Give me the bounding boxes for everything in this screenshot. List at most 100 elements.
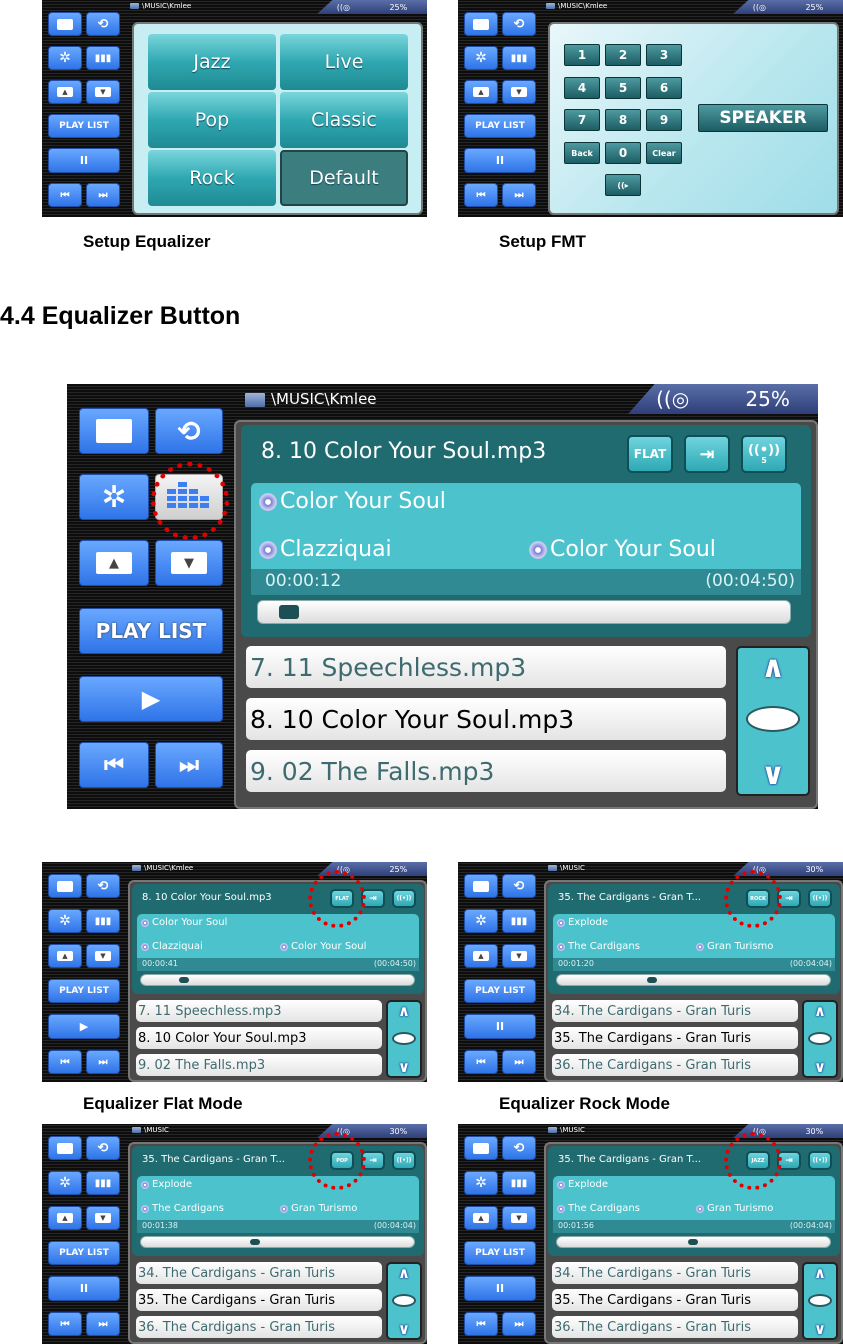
play-pause-button[interactable]: II — [48, 1276, 120, 1301]
key-9[interactable]: 9 — [646, 109, 682, 131]
scroll-thumb[interactable] — [808, 1294, 832, 1307]
play-pause-button[interactable]: II — [464, 1276, 536, 1301]
progress-bar[interactable] — [556, 1236, 831, 1248]
playlist-item[interactable]: 36. The Cardigans - Gran Turis — [552, 1054, 798, 1076]
previous-button[interactable]: ⏮ — [48, 183, 82, 207]
preset-classic-button[interactable]: Classic — [280, 92, 408, 148]
scroll-down-arrow[interactable]: ∨ — [804, 1320, 836, 1338]
down-button[interactable]: ▼ — [502, 80, 536, 104]
previous-button[interactable]: ⏮ — [48, 1050, 82, 1074]
equalizer-button[interactable] — [155, 474, 223, 520]
playlist-scrollbar[interactable]: ∧ ∨ — [736, 646, 810, 796]
scroll-thumb[interactable] — [392, 1032, 416, 1045]
playlist-item-current[interactable]: 8. 10 Color Your Soul.mp3 — [136, 1027, 382, 1049]
up-button[interactable]: ▲ — [464, 1206, 498, 1230]
playlist-item[interactable]: 9. 02 The Falls.mp3 — [136, 1054, 382, 1076]
key-3[interactable]: 3 — [646, 44, 682, 66]
surround-button[interactable]: ((•)) — [808, 889, 832, 908]
play-pause-button[interactable]: II — [464, 1014, 536, 1039]
pause-button[interactable]: II — [464, 148, 536, 173]
folder-button[interactable] — [48, 874, 82, 898]
playlist-item[interactable]: 7. 11 Speechless.mp3 — [246, 646, 726, 688]
scroll-down-arrow[interactable]: ∨ — [804, 1058, 836, 1076]
preset-rock-button[interactable]: Rock — [148, 150, 276, 206]
eq-mode-button[interactable]: FLAT — [627, 435, 673, 473]
playlist-item[interactable]: 34. The Cardigans - Gran Turis — [136, 1262, 382, 1284]
playlist-item-current[interactable]: 35. The Cardigans - Gran Turis — [552, 1027, 798, 1049]
down-button[interactable]: ▼ — [502, 944, 536, 968]
key-clear[interactable]: Clear — [646, 142, 682, 164]
previous-button[interactable]: ⏮ — [464, 1312, 498, 1336]
playlist-item[interactable]: 36. The Cardigans - Gran Turis — [552, 1316, 798, 1338]
progress-bar[interactable] — [556, 974, 831, 986]
fm-speaker-toggle-button[interactable]: ((▸ — [605, 174, 641, 196]
playlist-button[interactable]: PLAY LIST — [48, 1241, 120, 1265]
eq-mode-button[interactable]: JAZZ — [746, 1151, 770, 1170]
up-button[interactable]: ▲ — [48, 80, 82, 104]
equalizer-button[interactable]: ▮▮▮ — [502, 909, 536, 933]
playlist-scrollbar[interactable]: ∧ ∨ — [802, 1000, 838, 1078]
scroll-down-arrow[interactable]: ∨ — [738, 757, 808, 792]
equalizer-button[interactable]: ▮▮▮ — [86, 1171, 120, 1195]
speaker-button[interactable]: SPEAKER — [698, 104, 828, 132]
play-mode-button[interactable]: ⇥ — [777, 1151, 801, 1170]
surround-button[interactable]: ((•)) 5 — [741, 435, 787, 473]
scroll-up-arrow[interactable]: ∧ — [804, 1002, 836, 1020]
preset-live-button[interactable]: Live — [280, 34, 408, 90]
playlist-button[interactable]: PLAY LIST — [464, 1241, 536, 1265]
progress-knob[interactable] — [250, 1238, 261, 1246]
progress-bar[interactable] — [140, 974, 415, 986]
key-6[interactable]: 6 — [646, 77, 682, 99]
key-1[interactable]: 1 — [564, 44, 600, 66]
previous-button[interactable]: ⏮ — [48, 1312, 82, 1336]
folder-button[interactable] — [464, 874, 498, 898]
playlist-button[interactable]: PLAY LIST — [464, 114, 536, 138]
folder-button[interactable] — [464, 1136, 498, 1160]
play-button[interactable]: ▶ — [79, 676, 223, 722]
pause-button[interactable]: II — [48, 148, 120, 173]
surround-button[interactable]: ((•)) — [808, 1151, 832, 1170]
key-0[interactable]: 0 — [605, 142, 641, 164]
play-mode-button[interactable]: ⇥ — [777, 889, 801, 908]
playlist-item[interactable]: 36. The Cardigans - Gran Turis — [136, 1316, 382, 1338]
equalizer-button[interactable]: ▮▮▮ — [502, 1171, 536, 1195]
equalizer-button[interactable]: ▮▮▮ — [86, 909, 120, 933]
surround-button[interactable]: ((•)) — [392, 1151, 416, 1170]
playlist-button[interactable]: PLAY LIST — [464, 979, 536, 1003]
next-button[interactable]: ⏭ — [155, 742, 223, 788]
progress-knob[interactable] — [647, 976, 658, 984]
preset-pop-button[interactable]: Pop — [148, 92, 276, 148]
settings-button[interactable]: ✲ — [48, 46, 82, 70]
settings-button[interactable]: ✲ — [79, 474, 149, 520]
scroll-down-arrow[interactable]: ∨ — [388, 1058, 420, 1076]
equalizer-button[interactable]: ▮▮▮ — [86, 46, 120, 70]
next-button[interactable]: ⏭ — [86, 1050, 120, 1074]
settings-button[interactable]: ✲ — [464, 1171, 498, 1195]
playlist-button[interactable]: PLAY LIST — [48, 979, 120, 1003]
surround-button[interactable]: ((•)) — [392, 889, 416, 908]
next-button[interactable]: ⏭ — [86, 183, 120, 207]
up-button[interactable]: ▲ — [48, 1206, 82, 1230]
next-button[interactable]: ⏭ — [502, 1312, 536, 1336]
down-button[interactable]: ▼ — [86, 1206, 120, 1230]
eq-mode-button[interactable]: POP — [330, 1151, 354, 1170]
up-button[interactable]: ▲ — [464, 944, 498, 968]
key-7[interactable]: 7 — [564, 109, 600, 131]
settings-button[interactable]: ✲ — [48, 909, 82, 933]
play-mode-button[interactable]: ⇥ — [361, 889, 385, 908]
playlist-item[interactable]: 34. The Cardigans - Gran Turis — [552, 1262, 798, 1284]
playlist-item[interactable]: 7. 11 Speechless.mp3 — [136, 1000, 382, 1022]
scroll-down-arrow[interactable]: ∨ — [388, 1320, 420, 1338]
eq-mode-button[interactable]: ROCK — [746, 889, 770, 908]
progress-knob[interactable] — [688, 1238, 699, 1246]
scroll-thumb[interactable] — [746, 706, 800, 732]
down-button[interactable]: ▼ — [86, 944, 120, 968]
key-8[interactable]: 8 — [605, 109, 641, 131]
repeat-button[interactable]: ⟲ — [86, 1136, 120, 1160]
next-button[interactable]: ⏭ — [502, 1050, 536, 1074]
playlist-item-current[interactable]: 35. The Cardigans - Gran Turis — [136, 1289, 382, 1311]
scroll-up-arrow[interactable]: ∧ — [388, 1264, 420, 1282]
repeat-button[interactable]: ⟲ — [86, 874, 120, 898]
repeat-button[interactable]: ⟲ — [502, 12, 536, 36]
next-button[interactable]: ⏭ — [502, 183, 536, 207]
